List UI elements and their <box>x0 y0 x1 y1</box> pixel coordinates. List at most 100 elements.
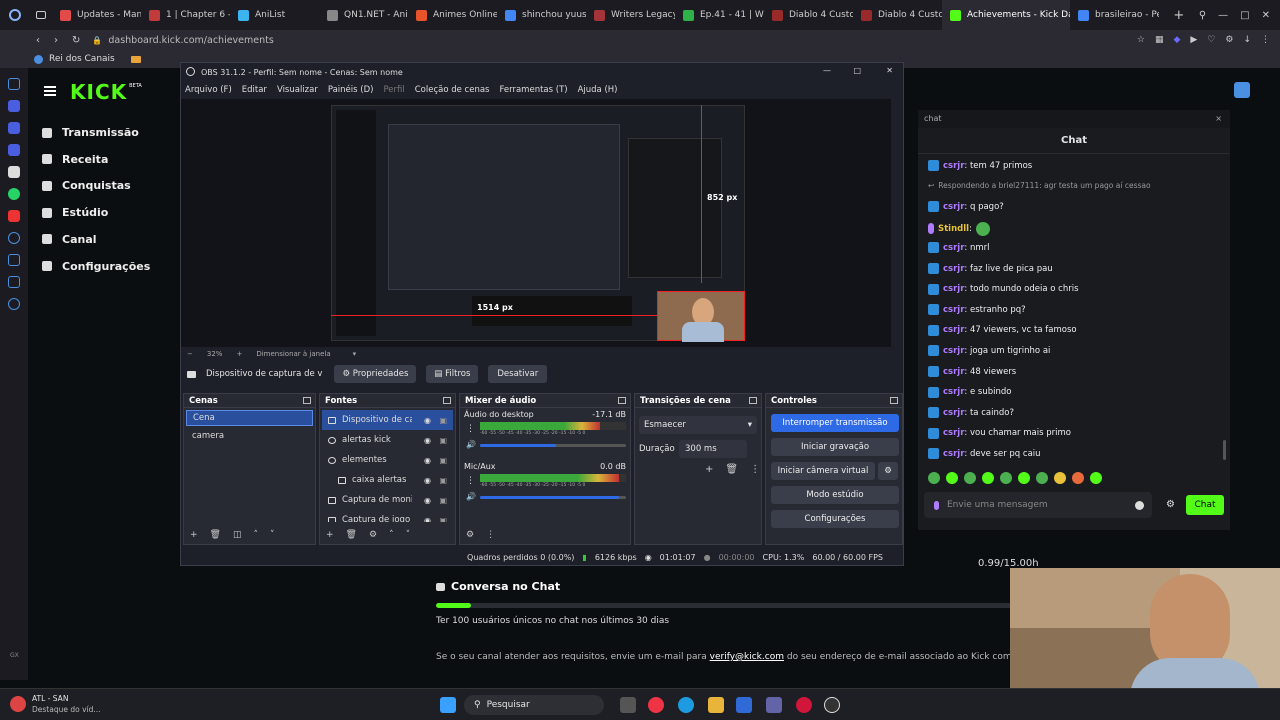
chat-message[interactable]: csrjr: vou chamar mais primo <box>928 427 1071 439</box>
chat-message[interactable]: csrjr: ta caindo? <box>928 407 1014 419</box>
visibility-eye-icon[interactable]: ◉ <box>424 416 431 425</box>
transition-menu-icon[interactable]: ⋮ <box>750 464 760 475</box>
chat-username[interactable]: Stindll <box>938 224 969 234</box>
properties-button[interactable]: ⚙ Propriedades <box>334 365 417 383</box>
obs-close-icon[interactable]: ✕ <box>886 66 893 75</box>
source-down-icon[interactable]: ˅ <box>406 530 411 540</box>
crop-icon[interactable]: ▦ <box>1155 35 1164 45</box>
sidebar-item-estúdio[interactable]: Estúdio <box>42 206 108 219</box>
chat-message[interactable]: csrjr: todo mundo odeia o chris <box>928 283 1079 295</box>
resize-to-window[interactable]: Dimensionar à janela <box>256 350 330 358</box>
tab-overview-icon[interactable] <box>30 0 52 30</box>
obs-minimize-icon[interactable]: — <box>823 66 831 75</box>
file-explorer-icon[interactable] <box>708 697 724 713</box>
scene-down-icon[interactable]: ˅ <box>270 530 275 540</box>
chat-username[interactable]: csrjr <box>943 202 964 212</box>
chat-username[interactable]: csrjr <box>943 284 964 294</box>
filters-button[interactable]: ▤ Filtros <box>426 365 479 383</box>
chat-settings-icon[interactable]: ⚙ <box>1166 499 1175 510</box>
browser-menu-icon[interactable] <box>0 0 30 30</box>
edge-icon[interactable] <box>678 697 694 713</box>
chat-message-list[interactable]: csrjr: tem 47 primos ↩ Respondendo a briel… <box>918 156 1230 466</box>
lock-icon[interactable]: ▣ <box>439 416 447 425</box>
obs-maximize-icon[interactable]: □ <box>853 66 861 75</box>
browser-tab[interactable]: shinchou yuus <box>497 0 586 30</box>
whatsapp-icon[interactable] <box>8 188 20 200</box>
mixer-menu-icon[interactable]: ⋮ <box>486 530 495 540</box>
source-item[interactable]: Dispositivo de cap ◉ ▣ <box>322 410 453 430</box>
emote-icon[interactable] <box>1072 472 1084 484</box>
source-item[interactable]: Captura de jogo ◉ ▣ <box>322 510 453 522</box>
source-item[interactable]: elementes ◉ ▣ <box>322 450 453 470</box>
wallet-icon[interactable] <box>8 122 20 134</box>
forward-icon[interactable]: › <box>54 35 58 46</box>
obs-menu-item[interactable]: Coleção de cenas <box>415 85 490 95</box>
emoji-icon[interactable] <box>1135 500 1144 510</box>
start-icon[interactable] <box>440 697 456 713</box>
visibility-eye-icon[interactable]: ◉ <box>424 456 431 465</box>
start-virtual-camera-button[interactable]: Iniciar câmera virtual <box>771 462 875 480</box>
chat-username[interactable]: csrjr <box>943 367 964 377</box>
add-scene-icon[interactable]: + <box>190 530 198 540</box>
chat-message[interactable]: csrjr: faz live de pica pau <box>928 263 1053 274</box>
mixer-dock-icon[interactable] <box>618 397 626 404</box>
source-settings-icon[interactable]: ⚙ <box>369 530 377 540</box>
preview-webcam-source[interactable] <box>657 291 745 342</box>
task-view-icon[interactable] <box>620 697 636 713</box>
virtual-camera-settings-icon[interactable]: ⚙ <box>878 462 898 480</box>
obs-preview[interactable]: 852 px 1514 px <box>181 99 891 347</box>
sidebar-item-configurações[interactable]: Configurações <box>42 260 150 273</box>
start-recording-button[interactable]: Iniciar gravação <box>771 438 899 456</box>
zoom-in-button[interactable]: + <box>236 350 242 358</box>
youtube-icon[interactable] <box>8 210 20 222</box>
zoom-out-button[interactable]: − <box>187 350 193 358</box>
browser-tab[interactable]: QN1.NET - Ani <box>319 0 408 30</box>
obs-menu-item[interactable]: Arquivo (F) <box>185 85 232 95</box>
emote-icon[interactable] <box>1000 472 1012 484</box>
volume-slider[interactable] <box>480 444 626 447</box>
chat-send-button[interactable]: Chat <box>1186 495 1224 515</box>
browser-tab[interactable]: AniList <box>230 0 319 30</box>
chat-username[interactable]: csrjr <box>943 387 964 397</box>
source-item[interactable]: alertas kick ◉ ▣ <box>322 430 453 450</box>
obs-taskbar-icon[interactable] <box>824 697 840 713</box>
browser-tab[interactable]: Diablo 4 Custo <box>764 0 853 30</box>
studio-mode-button[interactable]: Modo estúdio <box>771 486 899 504</box>
verify-email-link[interactable]: verify@kick.com <box>710 652 784 662</box>
scenes-dock-icon[interactable] <box>303 397 311 404</box>
source-up-icon[interactable]: ˄ <box>389 530 394 540</box>
emote-icon[interactable] <box>946 472 958 484</box>
visibility-eye-icon[interactable]: ◉ <box>424 436 431 445</box>
chat-scrollbar[interactable] <box>1223 440 1226 460</box>
scene-item[interactable]: Cena <box>186 410 313 426</box>
browser-tab[interactable]: Achievements - Kick Das <box>942 0 1070 30</box>
sources-dock-icon[interactable] <box>443 397 451 404</box>
lock-icon[interactable]: ▣ <box>439 436 447 445</box>
duration-input[interactable]: 300 ms <box>679 440 747 458</box>
chat-username[interactable]: csrjr <box>943 428 964 438</box>
maximize-icon[interactable]: □ <box>1240 10 1249 21</box>
transitions-dock-icon[interactable] <box>749 397 757 404</box>
emote-icon[interactable] <box>1018 472 1030 484</box>
lock-icon[interactable]: ▣ <box>439 516 447 523</box>
emote-icon[interactable] <box>1090 472 1102 484</box>
search-icon[interactable]: ⚲ <box>1199 10 1206 21</box>
kick-icon[interactable] <box>8 166 20 178</box>
settings-icon[interactable] <box>8 298 20 310</box>
browser-tab[interactable]: 1 | Chapter 6 - <box>141 0 230 30</box>
chat-username[interactable]: csrjr <box>943 305 964 315</box>
chat-username[interactable]: csrjr <box>943 161 964 171</box>
emote-icon[interactable] <box>982 472 994 484</box>
chrome-icon[interactable] <box>648 697 664 713</box>
channel-menu-icon[interactable]: ⋮ <box>466 424 475 434</box>
obs-menu-item[interactable]: Painéis (D) <box>328 85 374 95</box>
deactivate-button[interactable]: Desativar <box>488 365 548 383</box>
controls-dock-icon[interactable] <box>890 397 898 404</box>
history-icon[interactable] <box>8 78 20 90</box>
minimize-icon[interactable]: — <box>1218 10 1228 21</box>
mail-icon[interactable] <box>8 100 20 112</box>
mute-speaker-icon[interactable]: 🔊 <box>466 440 476 449</box>
sidebar-item-transmissão[interactable]: Transmissão <box>42 126 139 139</box>
bookmark-rei-dos-canais[interactable]: Rei dos Canais <box>49 54 115 64</box>
messenger-icon[interactable] <box>8 144 20 156</box>
